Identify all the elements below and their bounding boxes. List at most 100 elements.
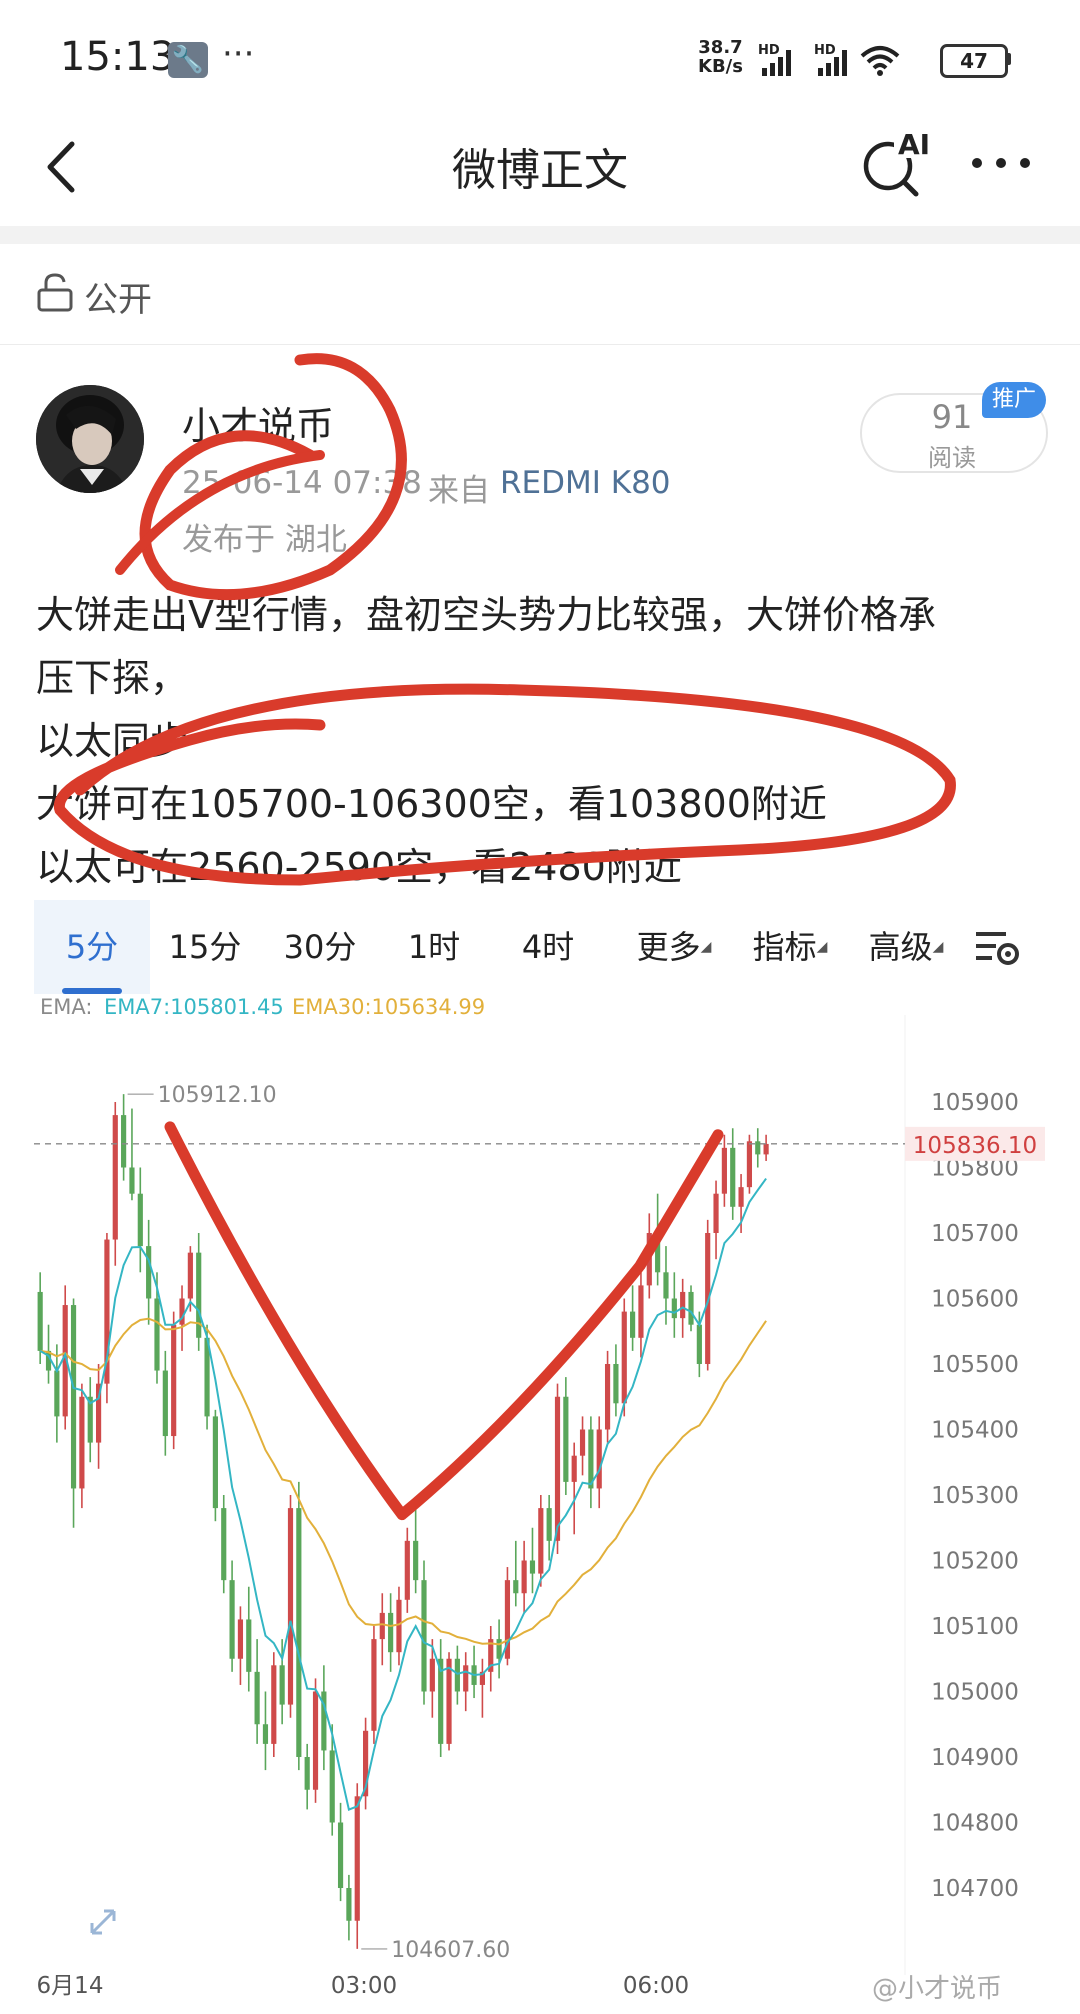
y-tick-label: 105500 bbox=[931, 1352, 1019, 1378]
visibility-row bbox=[0, 244, 1080, 345]
active-tab-indicator bbox=[62, 988, 122, 994]
y-tick-label: 104700 bbox=[931, 1876, 1019, 1902]
candle-body bbox=[663, 1272, 669, 1299]
candle-body bbox=[304, 1757, 310, 1790]
candle-body bbox=[696, 1324, 702, 1364]
tab-4h[interactable]: 4时 bbox=[508, 900, 588, 994]
candlestick-chart[interactable]: 1059001058001057001056001055001054001053… bbox=[0, 1015, 1080, 2005]
tab-15min[interactable]: 15分 bbox=[160, 900, 250, 994]
y-tick-label: 104900 bbox=[931, 1745, 1019, 1771]
chart-settings-icon[interactable] bbox=[972, 926, 1022, 970]
y-tick-label: 105300 bbox=[931, 1483, 1019, 1509]
red-annotation-circles bbox=[53, 353, 956, 886]
candle-body bbox=[680, 1291, 686, 1319]
candle-body bbox=[496, 1639, 502, 1659]
tab-label: 15分 bbox=[168, 928, 242, 966]
candle-body bbox=[229, 1580, 235, 1659]
candle-body bbox=[212, 1416, 218, 1509]
candle-body bbox=[429, 1658, 435, 1692]
candle-body bbox=[613, 1364, 619, 1404]
y-tick-label: 105200 bbox=[931, 1549, 1019, 1575]
more-icon[interactable] bbox=[966, 148, 1036, 178]
watermark: @小才说币 bbox=[872, 1974, 1003, 2004]
candle-body bbox=[54, 1370, 60, 1417]
candle-body bbox=[262, 1724, 269, 1744]
red-v-annotation bbox=[164, 1121, 724, 1521]
tab-30min[interactable]: 30分 bbox=[272, 900, 368, 994]
y-tick-label: 105000 bbox=[931, 1680, 1019, 1706]
high-price-label: 105912.10 bbox=[158, 1083, 277, 1108]
candle-body bbox=[571, 1455, 577, 1482]
net-speed: 38.7 KB/s bbox=[698, 38, 743, 76]
signal-icon: HD HD bbox=[758, 43, 900, 76]
current-price-label: 105836.10 bbox=[913, 1133, 1037, 1159]
wifi-icon bbox=[860, 46, 900, 76]
candle-body bbox=[688, 1291, 694, 1325]
candle-body bbox=[630, 1311, 636, 1338]
candle-body bbox=[546, 1508, 552, 1541]
battery-tip bbox=[1006, 53, 1011, 65]
net-speed-value: 38.7 bbox=[698, 37, 743, 58]
tab-label: 高级 bbox=[868, 928, 933, 966]
tab-label: 30分 bbox=[283, 928, 357, 966]
candle-body bbox=[755, 1141, 761, 1155]
tab-5min[interactable]: 5分 bbox=[34, 900, 150, 994]
tab-more[interactable]: 更多◢ bbox=[624, 900, 724, 994]
candle-body bbox=[554, 1396, 561, 1541]
candle-body bbox=[563, 1396, 569, 1482]
candle-body bbox=[604, 1364, 611, 1430]
candle-body bbox=[121, 1115, 127, 1168]
low-price-label: 104607.60 bbox=[391, 1938, 510, 1963]
candle-body bbox=[171, 1324, 177, 1437]
tab-1h[interactable]: 1时 bbox=[394, 900, 474, 994]
tab-label: 1时 bbox=[407, 928, 461, 966]
candle-body bbox=[187, 1252, 193, 1299]
tab-label: 指标 bbox=[752, 928, 817, 966]
candle-body bbox=[738, 1187, 744, 1207]
candle-body bbox=[287, 1508, 294, 1705]
battery-icon: 47 bbox=[940, 44, 1008, 78]
candle-body bbox=[404, 1540, 410, 1600]
candle-body bbox=[638, 1285, 644, 1338]
candle-body bbox=[296, 1508, 302, 1757]
tab-label: 更多 bbox=[636, 928, 701, 966]
candle-body bbox=[529, 1560, 536, 1574]
candle-body bbox=[129, 1167, 135, 1194]
candle-body bbox=[388, 1612, 394, 1653]
candle-body bbox=[413, 1540, 419, 1581]
tab-label: 4时 bbox=[521, 928, 575, 966]
candle-body bbox=[621, 1311, 627, 1404]
x-tick-label: 6月14 bbox=[37, 1973, 104, 1999]
candle-body bbox=[463, 1665, 469, 1692]
candle-body bbox=[112, 1115, 118, 1240]
expand-icon[interactable] bbox=[90, 1909, 116, 1935]
candle-body bbox=[221, 1508, 227, 1581]
visibility-label: 公开 bbox=[84, 280, 152, 320]
candle-body bbox=[513, 1580, 519, 1594]
tab-advanced[interactable]: 高级◢ bbox=[856, 900, 956, 994]
candle-body bbox=[237, 1619, 244, 1659]
lock-icon bbox=[37, 273, 73, 312]
candle-body bbox=[396, 1599, 402, 1653]
signal1-label: HD bbox=[758, 43, 780, 58]
candle-body bbox=[146, 1246, 152, 1299]
more-dots-icon: ··· bbox=[222, 34, 255, 74]
candle-body bbox=[346, 1888, 352, 1921]
candle-body bbox=[671, 1298, 677, 1319]
candle-body bbox=[521, 1560, 527, 1594]
signal2-label: HD bbox=[814, 43, 836, 58]
candle-body bbox=[162, 1370, 168, 1437]
candle-body bbox=[354, 1796, 360, 1921]
ai-label: AI bbox=[898, 128, 930, 161]
candle-body bbox=[721, 1147, 727, 1194]
y-tick-label: 105100 bbox=[931, 1614, 1019, 1640]
divider-band bbox=[0, 226, 1080, 244]
candle-body bbox=[763, 1143, 769, 1155]
candle-body bbox=[279, 1665, 285, 1705]
y-tick-label: 105400 bbox=[931, 1418, 1019, 1444]
ai-search-icon[interactable]: AI bbox=[858, 128, 936, 198]
x-tick-label: 03:00 bbox=[331, 1973, 397, 1999]
tab-indicators[interactable]: 指标◢ bbox=[740, 900, 840, 994]
wrench-icon: 🔧 bbox=[168, 42, 208, 78]
candle-body bbox=[246, 1619, 252, 1672]
